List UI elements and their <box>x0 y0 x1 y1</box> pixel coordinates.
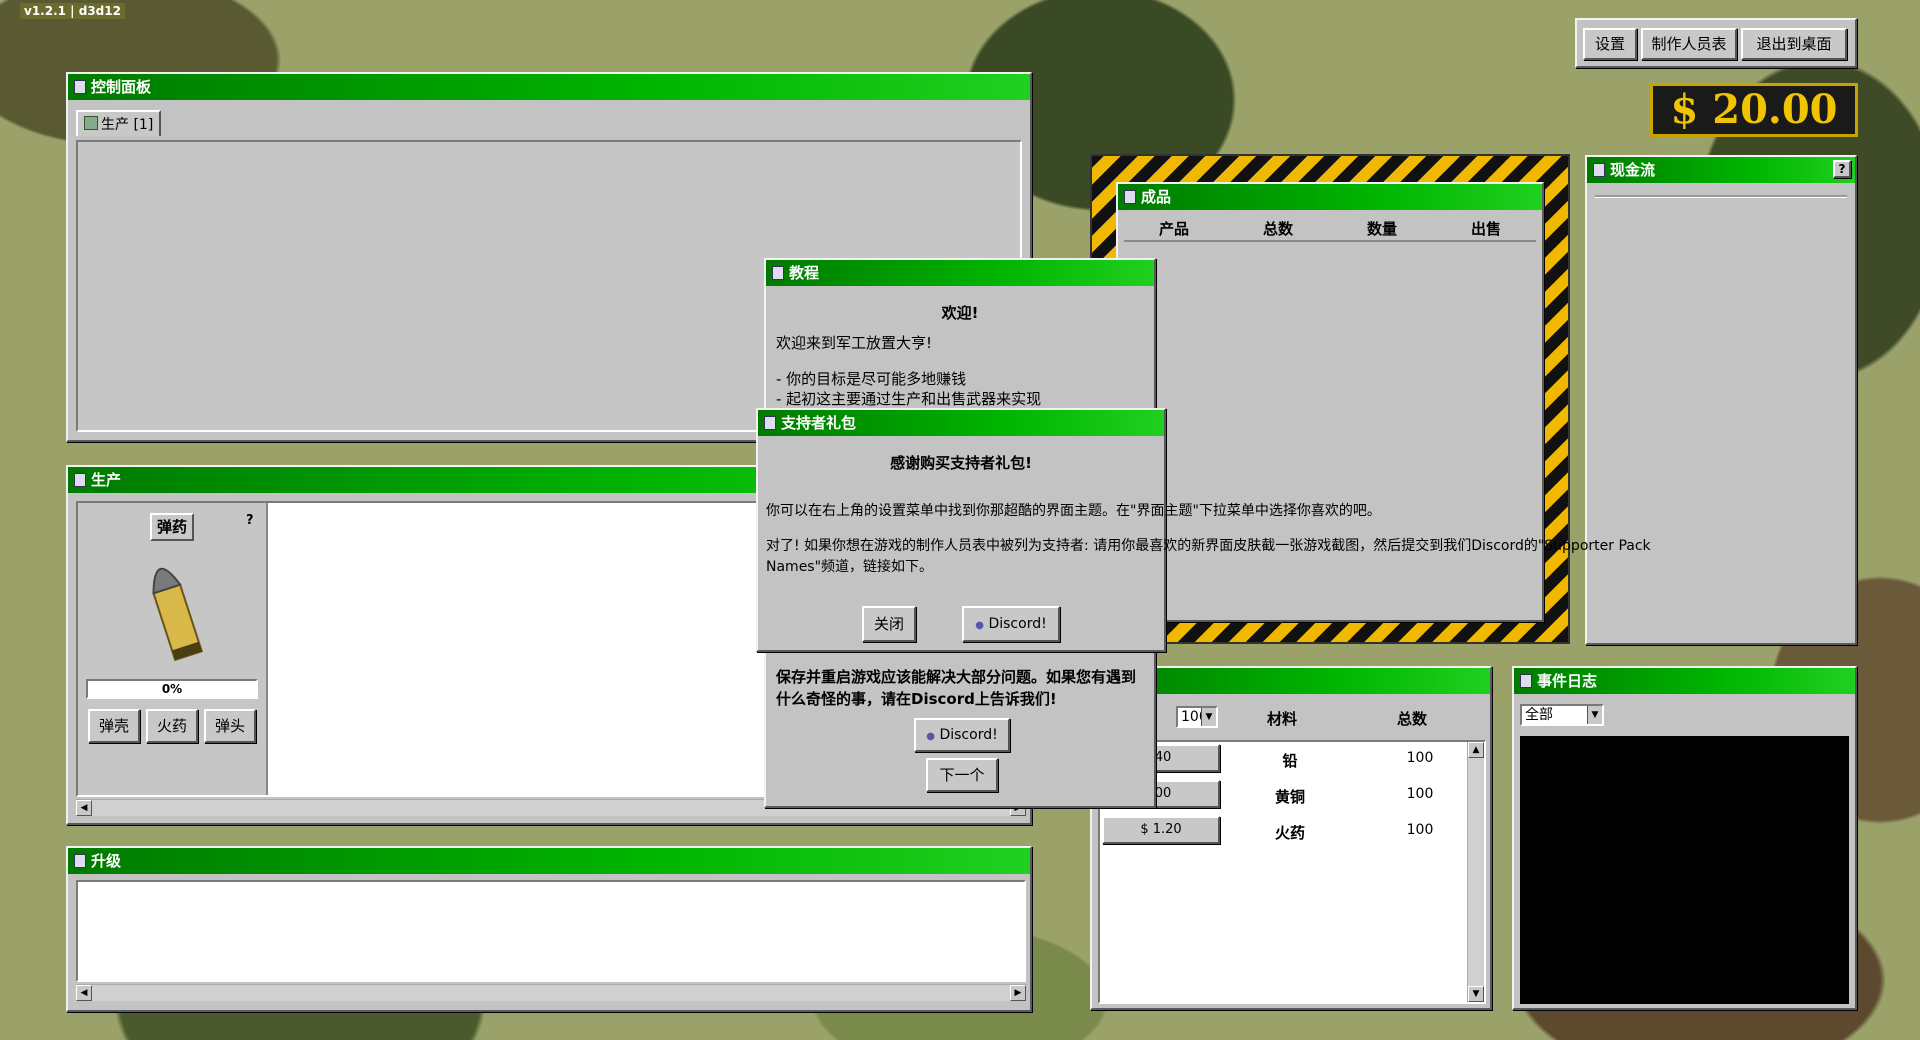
version-label: v1.2.1 | d3d12 <box>20 3 125 19</box>
bullets-icon <box>1124 190 1136 204</box>
monitor-icon <box>74 80 86 94</box>
cashflow-divider <box>1595 195 1847 198</box>
window-title: 控制面板 <box>91 78 152 96</box>
chevron-down-icon: ▼ <box>1201 708 1216 726</box>
event-log-titlebar[interactable]: 事件日志 <box>1514 668 1855 694</box>
tab-production[interactable]: 生产 [1] <box>76 110 162 136</box>
scroll-left-arrow[interactable]: ◀ <box>76 985 92 1001</box>
tutorial-bottom-text: 保存并重启游戏应该能解决大部分问题。如果您有遇到什么奇怪的事，请在Discord… <box>776 668 1137 708</box>
tab-label: 生产 [1] <box>101 117 154 133</box>
supporter-heading: 感谢购买支持者礼包! <box>890 454 1032 472</box>
cashflow-titlebar[interactable]: 现金流 ? <box>1587 157 1855 183</box>
column-header-material[interactable]: 材料 <box>1222 708 1342 729</box>
pencil-icon <box>772 266 784 280</box>
table-row: $ 1.20 火药 100 <box>1100 814 1468 848</box>
scroll-left-arrow[interactable]: ◀ <box>76 800 92 816</box>
window-title: 事件日志 <box>1537 672 1598 690</box>
log-icon <box>1520 674 1532 688</box>
top-toolbar: 设置 制作人员表 退出到桌面 <box>1575 18 1857 68</box>
discord-icon: ● <box>926 731 936 742</box>
event-filter-select[interactable]: 全部 ▼ <box>1520 704 1604 726</box>
upgrades-window: 升级 ◀ ▶ <box>66 846 1032 1012</box>
exit-to-desktop-button[interactable]: 退出到桌面 <box>1741 28 1847 60</box>
supporter-discord-button[interactable]: ● Discord! <box>962 606 1060 642</box>
products-header-divider <box>1124 240 1536 242</box>
purchase-quantity-select[interactable]: 100 ▼ <box>1176 706 1218 728</box>
window-title: 升级 <box>91 852 122 870</box>
supporter-titlebar[interactable]: 支持者礼包 <box>758 410 1164 436</box>
window-title: 支持者礼包 <box>781 414 857 432</box>
upgrades-scrollbar[interactable]: ◀ ▶ <box>76 984 1026 1001</box>
cash-icon <box>1593 163 1605 177</box>
column-header-total[interactable]: 总数 <box>1228 218 1328 239</box>
material-total: 100 <box>1406 750 1434 766</box>
material-name: 黄铜 <box>1274 788 1305 806</box>
column-header-quantity[interactable]: 数量 <box>1332 218 1432 239</box>
supporter-pack-dialog: 支持者礼包 感谢购买支持者礼包! 你可以在右上角的设置菜单中找到你那超酷的界面主… <box>756 408 1651 652</box>
item-name-label: 弹药 <box>150 513 194 541</box>
material-name: 火药 <box>1274 824 1305 842</box>
chevron-down-icon: ▼ <box>1587 706 1602 724</box>
buy-gunpowder-button[interactable]: $ 1.20 <box>1102 816 1220 844</box>
material-button-gunpowder[interactable]: 火药 <box>146 709 198 743</box>
supporter-paragraph-1: 你可以在右上角的设置菜单中找到你那超酷的界面主题。在"界面主题"下拉菜单中选择你… <box>766 503 1381 519</box>
column-header-product[interactable]: 产品 <box>1124 218 1224 239</box>
tutorial-intro: 欢迎来到军工放置大亨! <box>776 334 933 352</box>
settings-button[interactable]: 设置 <box>1583 28 1637 60</box>
button-label: Discord! <box>939 727 998 743</box>
supporter-paragraph-2: 对了! 如果你想在游戏的制作人员表中被列为支持者: 请用你最喜欢的新界面皮肤截一… <box>766 538 1651 575</box>
bullet-icon <box>152 567 204 662</box>
select-value: 全部 <box>1525 707 1553 723</box>
products-titlebar[interactable]: 成品 <box>1118 184 1542 210</box>
tutorial-bullet-2: - 起初这主要通过生产和出售武器来实现 <box>776 390 1042 408</box>
tutorial-bullet-1: - 你的目标是尽可能多地赚钱 <box>776 370 967 388</box>
tutorial-titlebar[interactable]: 教程 <box>766 260 1154 286</box>
column-header-sell[interactable]: 出售 <box>1436 218 1536 239</box>
tutorial-heading: 欢迎! <box>941 304 979 322</box>
window-title: 教程 <box>789 264 820 282</box>
cashflow-help-button[interactable]: ? <box>1833 160 1851 178</box>
scroll-up-arrow[interactable]: ▲ <box>1468 742 1484 758</box>
materials-scrollbar[interactable]: ▲ ▼ <box>1467 742 1484 1002</box>
supporter-close-button[interactable]: 关闭 <box>862 606 916 642</box>
factory-icon <box>74 473 86 487</box>
discord-icon: ● <box>975 620 985 631</box>
material-total: 100 <box>1406 786 1434 802</box>
item-help-button[interactable]: ? <box>246 513 254 528</box>
factory-icon <box>84 116 98 130</box>
materials-list: .40 铅 100 .00 黄铜 100 $ 1.20 火药 100 ▲ ▼ <box>1098 740 1486 1004</box>
control-panel-titlebar[interactable]: 控制面板 <box>68 74 1030 100</box>
tutorial-discord-button[interactable]: ● Discord! <box>914 718 1010 752</box>
material-name: 铅 <box>1282 752 1298 770</box>
tutorial-next-button[interactable]: 下一个 <box>926 758 998 792</box>
production-item-card: 弹药 ? 0% 弹壳 火药 弹头 <box>78 503 268 795</box>
upgrades-titlebar[interactable]: 升级 <box>68 848 1030 874</box>
progress-text: 0% <box>161 682 183 696</box>
money-display: $ 20.00 <box>1650 83 1858 137</box>
window-title: 成品 <box>1141 188 1172 206</box>
upgrades-content <box>76 880 1026 982</box>
scroll-down-arrow[interactable]: ▼ <box>1468 986 1484 1002</box>
credits-button[interactable]: 制作人员表 <box>1641 28 1737 60</box>
button-label: Discord! <box>988 616 1047 632</box>
material-button-bullet-head[interactable]: 弹头 <box>204 709 256 743</box>
scroll-right-arrow[interactable]: ▶ <box>1010 985 1026 1001</box>
production-progress-bar: 0% <box>86 679 258 699</box>
window-title: 现金流 <box>1610 161 1656 179</box>
window-title: 生产 <box>91 471 122 489</box>
material-button-casing[interactable]: 弹壳 <box>88 709 140 743</box>
gift-icon <box>764 416 776 430</box>
material-total: 100 <box>1406 822 1434 838</box>
upgrade-icon <box>74 854 86 868</box>
event-log-window: 事件日志 全部 ▼ <box>1512 666 1857 1010</box>
column-header-total[interactable]: 总数 <box>1352 708 1472 729</box>
event-log-output <box>1520 736 1849 1004</box>
